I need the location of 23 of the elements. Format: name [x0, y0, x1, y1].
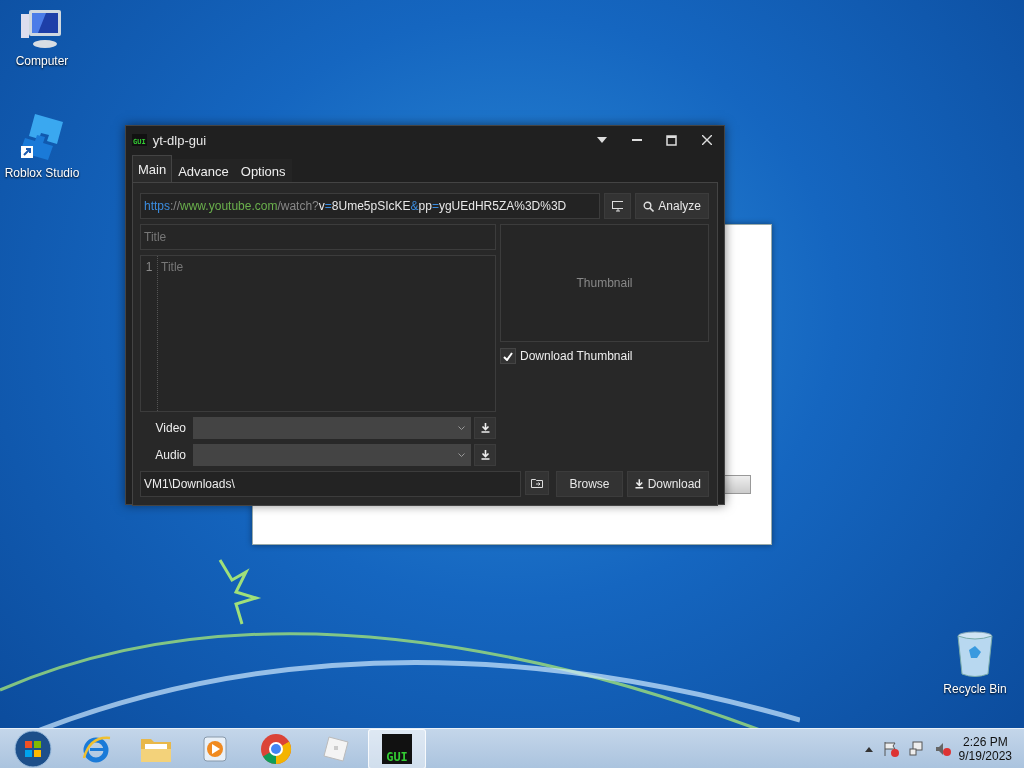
thumbnail-field: Thumbnail: [500, 224, 709, 342]
tab[interactable]: Advance: [172, 159, 235, 182]
description-editor[interactable]: 1 Title: [140, 255, 496, 412]
browse-button[interactable]: Browse: [556, 471, 623, 497]
taskbar-button[interactable]: GUI: [368, 729, 426, 768]
tab[interactable]: Options: [234, 159, 292, 182]
path-field[interactable]: VM1\Downloads\: [140, 471, 521, 497]
desktop-icon-label[interactable]: Recycle Bin: [943, 682, 1007, 696]
analyze-button[interactable]: Analyze: [635, 193, 709, 219]
desktop-icon-label[interactable]: Computer: [15, 54, 69, 68]
checkbox-label: Download Thumbnail: [520, 349, 633, 363]
clock-time[interactable]: 2:26 PM: [962, 735, 1008, 749]
url-field[interactable]: https://www.youtube.com/watch?v=8Ume5pSIcKE&pp=ygUEdHR5ZA%3D%3D: [140, 193, 601, 219]
tab[interactable]: Main: [132, 155, 173, 182]
desktop-icon-label[interactable]: Roblox Studio: [4, 166, 80, 180]
app-logo[interactable]: GUI: [382, 734, 412, 764]
editor-placeholder: Title: [160, 259, 185, 276]
format-label: Audio: [154, 448, 187, 462]
clock-date[interactable]: 9/19/2023: [958, 749, 1012, 763]
line-number: 1: [145, 260, 153, 276]
download-button[interactable]: Download: [627, 471, 709, 497]
window-title: yt-dlp-gui: [152, 132, 208, 148]
format-label: Video: [154, 421, 187, 435]
